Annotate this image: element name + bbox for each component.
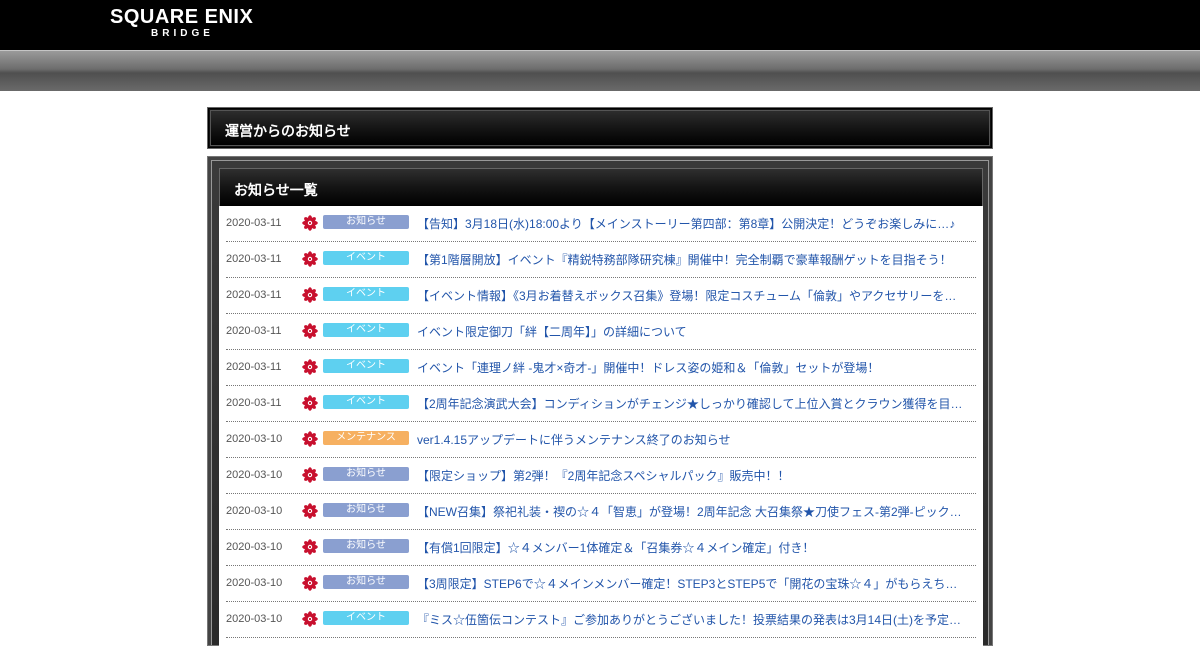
- category-badge: お知らせ: [323, 215, 409, 229]
- news-title-link[interactable]: ver1.4.15アップデートに伴うメンテナンス終了のお知らせ: [417, 431, 973, 448]
- news-date: 2020-03-11: [226, 289, 282, 301]
- category-badge: イベント: [323, 611, 409, 625]
- news-date: 2020-03-11: [226, 217, 282, 229]
- navigation-bar: [0, 50, 1200, 91]
- news-title-link[interactable]: イベント限定御刀「絆【二周年】」の詳細について: [417, 323, 973, 340]
- news-row[interactable]: 2020-03-11 イベント イベント「連理ノ絆 -鬼才×奇才-」開催中！ドレス姿…: [226, 350, 976, 386]
- news-title-link[interactable]: 『ミス☆伍箇伝コンテスト』ご参加ありがとうございました！投票結果の発表は3月14…: [417, 611, 973, 628]
- category-badge: お知らせ: [323, 539, 409, 553]
- news-row[interactable]: 2020-03-10 お知らせ 【3周限定】STEP6で☆４メインメンバー確定！ST…: [226, 566, 976, 602]
- logo-main-text: SQUARE ENIX: [110, 6, 254, 28]
- flower-emblem-icon: [302, 395, 318, 411]
- news-title-link[interactable]: 【限定ショップ】第2弾！『2周年記念スペシャルパック』販売中！！: [417, 467, 973, 484]
- category-badge: お知らせ: [323, 467, 409, 481]
- news-title-link[interactable]: 【告知】3月18日(水)18:00より【メインストーリー第四部：第8章】公開決定…: [417, 215, 973, 232]
- top-header: SQUARE ENIX BRIDGE: [0, 0, 1200, 50]
- news-list-panel: お知らせ一覧 2020-03-11 お知らせ 【告知】3月18日(水)18:00より…: [207, 156, 993, 656]
- flower-emblem-icon: [302, 287, 318, 303]
- news-date: 2020-03-11: [226, 361, 282, 373]
- news-date: 2020-03-10: [226, 541, 283, 553]
- logo-sub-text: BRIDGE: [151, 28, 214, 39]
- category-badge: イベント: [323, 323, 409, 337]
- news-row[interactable]: 2020-03-10 お知らせ 【NEW召集】祭祀礼装・禊の☆４「智恵」が登場！2周…: [226, 494, 976, 530]
- news-title-link[interactable]: 【第1階層開放】イベント『精鋭特務部隊研究棟』開催中！完全制覇で豪華報酬ゲットを…: [417, 251, 973, 268]
- category-badge: イベント: [323, 251, 409, 265]
- news-list-header: お知らせ一覧: [219, 168, 983, 206]
- page-title: 運営からのお知らせ: [225, 123, 351, 139]
- news-row[interactable]: 2020-03-10 メンテナンス ver1.4.15アップデートに伴うメンテナンス…: [226, 422, 976, 458]
- page-title-inner: 運営からのお知らせ: [210, 110, 990, 146]
- square-enix-bridge-logo[interactable]: SQUARE ENIX BRIDGE: [110, 6, 280, 46]
- flower-emblem-icon: [302, 575, 318, 591]
- news-date: 2020-03-10: [226, 469, 283, 481]
- flower-emblem-icon: [302, 431, 318, 447]
- news-date: 2020-03-10: [226, 433, 283, 445]
- news-row[interactable]: 2020-03-10 お知らせ 【有償1回限定】☆４メンバー1体確定＆「召集券☆４メ…: [226, 530, 976, 566]
- news-title-link[interactable]: イベント「連理ノ絆 -鬼才×奇才-」開催中！ドレス姿の姫和＆「倫敦」セットが登場…: [417, 359, 973, 376]
- news-title-link[interactable]: 【イベント情報】《3月お着替えボックス召集》登場！限定コスチューム「倫敦」やアク…: [417, 287, 973, 304]
- news-date: 2020-03-10: [226, 613, 283, 625]
- news-row[interactable]: 2020-03-11 お知らせ 【告知】3月18日(水)18:00より【メインストー…: [226, 206, 976, 242]
- news-list-title: お知らせ一覧: [234, 182, 318, 198]
- category-badge: イベント: [323, 359, 409, 373]
- news-date: 2020-03-11: [226, 253, 282, 265]
- flower-emblem-icon: [302, 215, 318, 231]
- flower-emblem-icon: [302, 359, 318, 375]
- category-badge: お知らせ: [323, 503, 409, 517]
- news-title-link[interactable]: 【3周限定】STEP6で☆４メインメンバー確定！STEP3とSTEP5で「開花の…: [417, 575, 973, 592]
- news-title-link[interactable]: 【2周年記念演武大会】コンディションがチェンジ★しっかり確認して上位入賞とクラウ…: [417, 395, 973, 412]
- category-badge: メンテナンス: [323, 431, 409, 445]
- news-title-link[interactable]: 【NEW召集】祭祀礼装・禊の☆４「智恵」が登場！2周年記念 大召集祭★刀使フェス…: [417, 503, 973, 520]
- news-title-link[interactable]: 【有償1回限定】☆４メンバー1体確定＆「召集券☆４メイン確定」付き！: [417, 539, 973, 556]
- news-list-frame: お知らせ一覧 2020-03-11 お知らせ 【告知】3月18日(水)18:00より…: [211, 160, 989, 656]
- news-row[interactable]: 2020-03-10 お知らせ 【限定ショップ】第2弾！『2周年記念スペシャルパック…: [226, 458, 976, 494]
- flower-emblem-icon: [302, 503, 318, 519]
- news-date: 2020-03-10: [226, 577, 283, 589]
- flower-emblem-icon: [302, 611, 318, 627]
- news-row[interactable]: 2020-03-11 イベント 【第1階層開放】イベント『精鋭特務部隊研究棟』開催中…: [226, 242, 976, 278]
- news-row[interactable]: 2020-03-11 イベント 【イベント情報】《3月お着替えボックス召集》登場！限…: [226, 278, 976, 314]
- news-row[interactable]: 2020-03-10 イベント 『ミス☆伍箇伝コンテスト』ご参加ありがとうございまし…: [226, 602, 976, 638]
- flower-emblem-icon: [302, 539, 318, 555]
- flower-emblem-icon: [302, 467, 318, 483]
- news-date: 2020-03-10: [226, 505, 283, 517]
- category-badge: イベント: [323, 287, 409, 301]
- flower-emblem-icon: [302, 251, 318, 267]
- news-date: 2020-03-11: [226, 397, 282, 409]
- category-badge: お知らせ: [323, 575, 409, 589]
- flower-emblem-icon: [302, 323, 318, 339]
- news-row[interactable]: 2020-03-11 イベント イベント限定御刀「絆【二周年】」の詳細について: [226, 314, 976, 350]
- category-badge: イベント: [323, 395, 409, 409]
- page-title-panel: 運営からのお知らせ: [207, 107, 993, 149]
- news-date: 2020-03-11: [226, 325, 282, 337]
- news-row[interactable]: 2020-03-11 イベント 【2周年記念演武大会】コンディションがチェンジ★しっ…: [226, 386, 976, 422]
- news-list: 2020-03-11 お知らせ 【告知】3月18日(水)18:00より【メインストー…: [219, 206, 983, 656]
